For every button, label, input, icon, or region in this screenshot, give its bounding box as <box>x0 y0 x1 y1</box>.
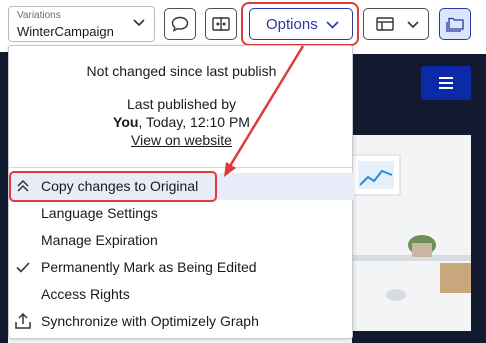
variations-caption: Variations <box>17 10 61 21</box>
menu-item-language-settings[interactable]: Language Settings <box>9 200 354 227</box>
menu-item-label: Language Settings <box>41 205 158 221</box>
menu-item-label: Manage Expiration <box>41 232 158 248</box>
menu-item-manage-expiration[interactable]: Manage Expiration <box>9 227 354 254</box>
compare-button[interactable] <box>205 8 237 40</box>
hamburger-icon <box>439 77 453 89</box>
comment-button[interactable] <box>164 8 196 40</box>
layout-icon <box>376 17 394 31</box>
published-label: Last published by <box>127 96 236 112</box>
preview-image <box>351 135 471 331</box>
variations-value: WinterCampaign <box>17 24 114 39</box>
publish-status: Not changed since last publish <box>86 63 277 79</box>
page-background-strip <box>0 52 8 343</box>
published-by: You, Today, 12:10 PM <box>9 114 354 130</box>
view-on-website-link[interactable]: View on website <box>131 132 232 148</box>
published-user: You <box>113 114 139 130</box>
variations-select[interactable]: Variations WinterCampaign <box>8 6 155 42</box>
layout-view-button[interactable] <box>363 8 429 40</box>
chevron-down-icon <box>407 21 419 29</box>
menu-item-mark-as-edited[interactable]: Permanently Mark as Being Edited <box>9 254 354 281</box>
options-dropdown-menu: Not changed since last publish Last publ… <box>8 45 354 339</box>
menu-item-label: Synchronize with Optimizely Graph <box>41 313 259 329</box>
menu-item-access-rights[interactable]: Access Rights <box>9 281 354 308</box>
app-root: Variations WinterCampaign Options Not ch… <box>0 0 486 343</box>
folders-icon <box>446 17 464 32</box>
assets-panel-button[interactable] <box>439 8 471 40</box>
checkmark-icon <box>16 262 30 273</box>
view-on-website-container: View on website <box>9 132 354 148</box>
menu-divider <box>9 167 354 168</box>
menu-item-label: Access Rights <box>41 286 130 302</box>
comment-icon <box>171 16 189 32</box>
hamburger-menu-button[interactable] <box>421 66 471 100</box>
chevron-down-icon <box>133 19 145 27</box>
published-time: , Today, 12:10 PM <box>138 114 250 130</box>
options-button[interactable]: Options <box>249 8 353 40</box>
chevron-down-icon <box>326 21 339 29</box>
options-label: Options <box>266 15 318 33</box>
upload-icon <box>15 312 31 329</box>
compare-icon <box>212 17 230 31</box>
menu-item-label: Permanently Mark as Being Edited <box>41 259 257 275</box>
copy-highlight-box <box>9 171 217 202</box>
menu-item-sync-graph[interactable]: Synchronize with Optimizely Graph <box>9 308 354 335</box>
